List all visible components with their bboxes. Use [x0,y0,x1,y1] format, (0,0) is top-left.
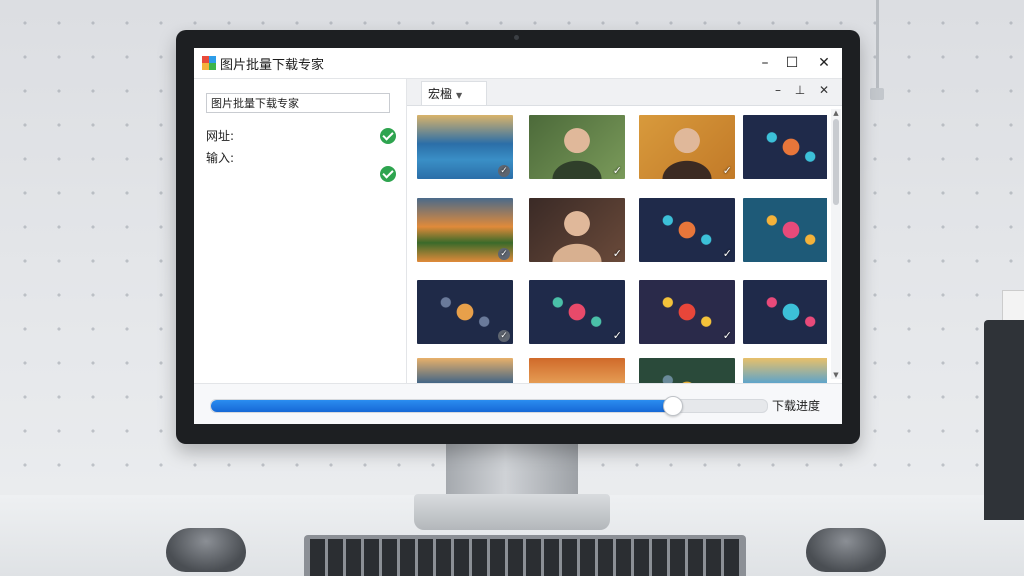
tab-label: 宏楹 [428,87,453,101]
tab-bar: 宏楹 ▼ – ⊥ ✕ [407,79,842,106]
image-thumbnail-desert-sunrise[interactable] [529,358,625,383]
minimize-button[interactable]: – [752,51,778,75]
tab-main[interactable]: 宏楹 ▼ [421,81,487,105]
mouse-left [166,528,246,572]
tab-dropdown-icon[interactable]: ▼ [456,91,462,100]
image-thumbnail-city-road[interactable]: ✓ [417,280,513,344]
monitor-stand-base [414,494,610,530]
webcam [514,35,519,40]
image-thumbnail-mountain-sky[interactable] [417,358,513,383]
selected-check-icon: ✓ [498,165,510,177]
keyboard [304,535,746,576]
selected-check-icon: ✓ [722,164,732,177]
selected-check-icon: ✓ [612,247,622,260]
title-bar: 图片批量下载专家 – ☐ ✕ [194,48,842,79]
monitor-stand-neck [446,444,578,500]
progress-fill [211,400,673,412]
input-label: 输入: [206,151,235,165]
image-thumbnail-gears[interactable] [639,358,735,383]
image-thumbnail-abstract-shapes[interactable]: ✓ [529,280,625,344]
progress-slider[interactable] [210,396,768,416]
selected-check-icon: ✓ [612,329,622,342]
desk-organizer [984,320,1024,520]
app-window: 图片批量下载专家 – ☐ ✕ 网址: 输入: 宏楹▼ – ⊥ ✕ ✓✓✓✓✓✓✓… [194,48,842,424]
image-thumbnail-mountain-sunset[interactable]: ✓ [417,198,513,262]
selected-check-icon: ✓ [722,247,732,260]
progress-area: 下载进度 [194,383,842,424]
selected-check-icon: ✓ [722,329,732,342]
image-thumbnail-network-diagram[interactable]: ✓ [743,115,827,179]
image-thumbnail-man-portrait[interactable]: ✓ [529,115,625,179]
selected-check-icon: ✓ [612,164,622,177]
right-panel: 宏楹▼ – ⊥ ✕ ✓✓✓✓✓✓✓✓✓✓✓✓ ▲ ▼ [407,79,842,383]
app-title: 图片批量下载专家 [220,58,325,73]
selected-check-icon: ✓ [498,248,510,260]
monitor: 图片批量下载专家 – ☐ ✕ 网址: 输入: 宏楹▼ – ⊥ ✕ ✓✓✓✓✓✓✓… [176,30,860,444]
vertical-scrollbar[interactable]: ▲ ▼ [831,109,841,379]
progress-knob[interactable] [663,396,684,416]
image-thumbnail-colorful-layers[interactable]: ✓ [743,198,827,262]
app-logo-icon [202,56,216,70]
image-thumbnail-mountain-lake[interactable]: ✓ [417,115,513,179]
mouse-right [806,528,886,572]
scroll-up-icon[interactable]: ▲ [831,109,841,117]
input-check-icon [380,166,396,182]
panel-pin-icon[interactable]: ⊥ [793,83,807,97]
image-grid: ✓ ✓ ✓ ✓ ✓ ✓ ✓ ✓ ✓ ✓ ✓ ✓ [417,115,827,383]
scroll-down-icon[interactable]: ▼ [831,371,841,379]
left-panel: 网址: 输入: [194,79,407,383]
maximize-button[interactable]: ☐ [779,51,805,75]
image-thumbnail-mountain-sky[interactable] [743,358,827,383]
task-name-input[interactable] [206,93,390,113]
scrollbar-thumb[interactable] [833,119,839,205]
cable-clip [870,88,884,100]
image-thumbnail-woman-portrait[interactable]: ✓ [639,115,735,179]
panel-close-icon[interactable]: ✕ [817,83,831,97]
image-thumbnail-woman-portrait[interactable]: ✓ [529,198,625,262]
selected-check-icon: ✓ [498,330,510,342]
image-thumbnail-network-diagram[interactable]: ✓ [639,198,735,262]
url-check-icon [380,128,396,144]
panel-minimize-icon[interactable]: – [771,83,785,97]
url-label: 网址: [206,129,235,143]
progress-label: 下载进度 [772,399,821,413]
image-thumbnail-abstract-shapes[interactable]: ✓ [639,280,735,344]
close-button[interactable]: ✕ [811,51,837,75]
hanging-cable [876,0,879,95]
image-thumbnail-colorful-layers[interactable]: ✓ [743,280,827,344]
